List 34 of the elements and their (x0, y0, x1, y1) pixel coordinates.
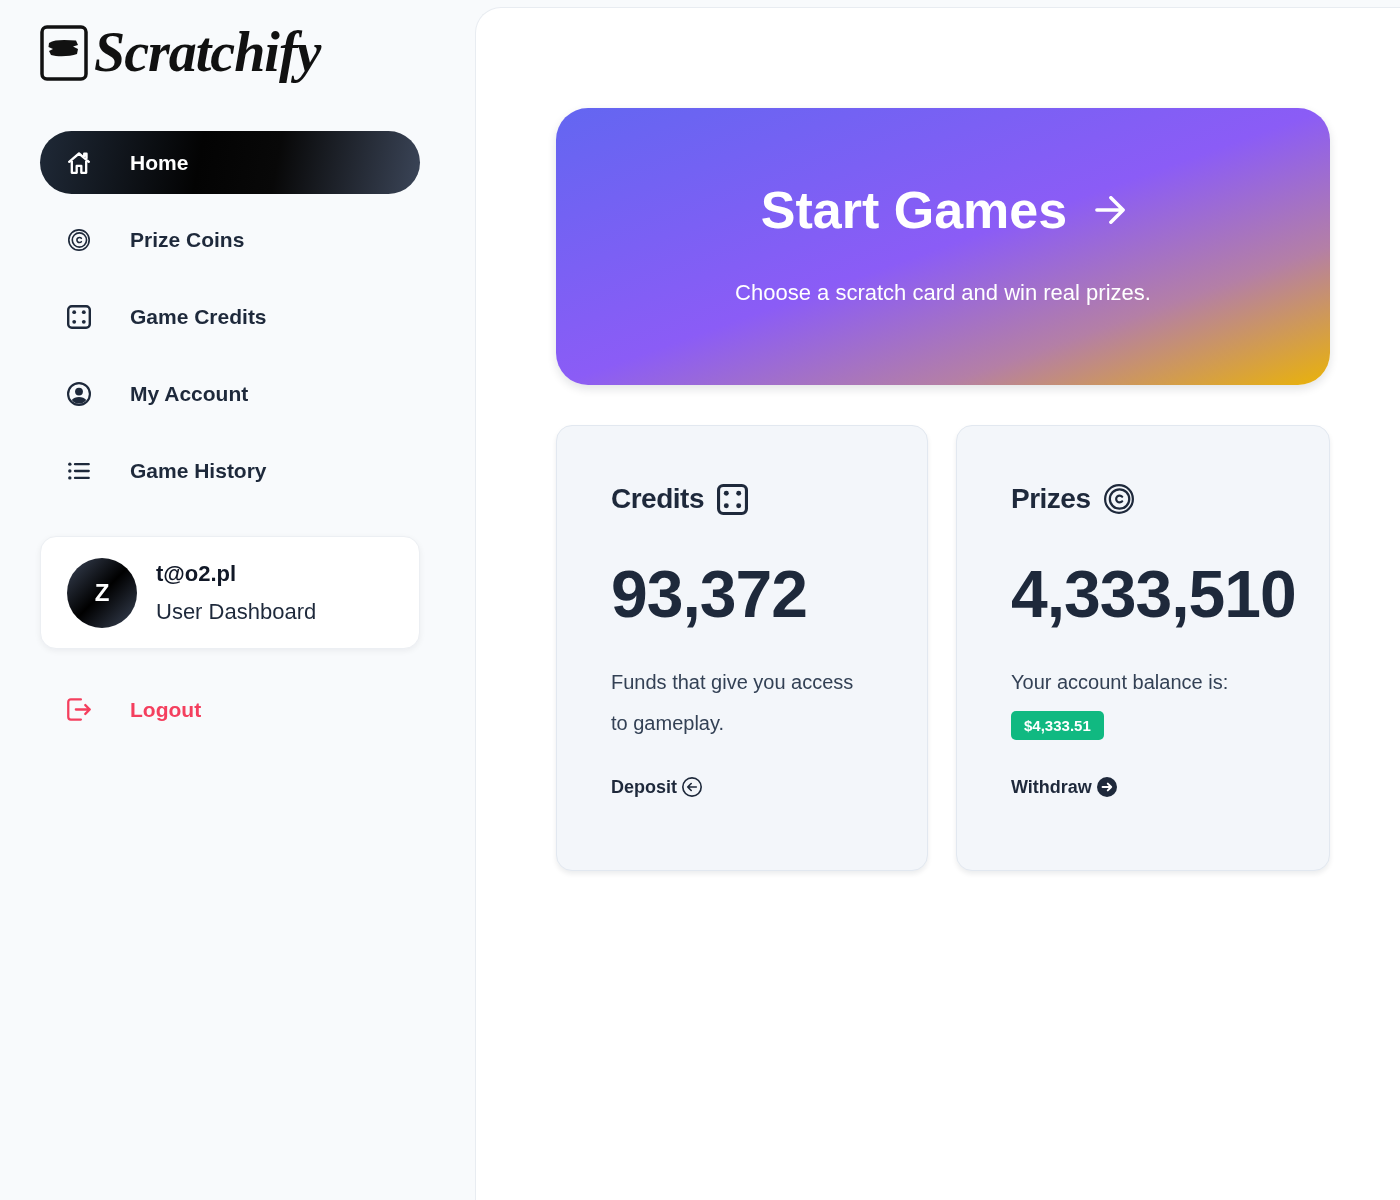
stat-value: 4,333,510 (1011, 558, 1296, 630)
circle-arrow-right-icon (1096, 777, 1117, 797)
nav-item[interactable]: Home (40, 131, 420, 194)
dice-icon (67, 304, 91, 329)
home-icon (68, 151, 90, 174)
card-title: Credits (611, 482, 704, 516)
card-title: Prizes (1011, 482, 1091, 516)
logo-text: Scratchify (94, 20, 321, 85)
start-games-banner[interactable]: Start Games Choose a scratch card and win real prizes. (556, 108, 1330, 385)
logout-link[interactable]: Logout (40, 678, 420, 741)
banner-subtitle: Choose a scratch card and win real prizes. (735, 279, 1151, 307)
arrow-right-icon (1095, 196, 1126, 224)
list-icon (68, 461, 90, 480)
logo-icon (40, 24, 88, 81)
user-role: User Dashboard (156, 597, 317, 626)
card-description: Funds that give you access to gameplay. (611, 670, 855, 736)
stat-value: 93,372 (611, 558, 807, 630)
coin-icon (68, 228, 90, 251)
user-circle-icon (67, 381, 91, 406)
nav-item[interactable]: Game History (40, 439, 420, 502)
dice-icon (716, 483, 748, 515)
user-email: t@o2.pl (156, 559, 238, 588)
balance-badge: $4,333.51 (1011, 711, 1104, 740)
logout-icon (67, 698, 91, 721)
coin-icon (1103, 484, 1134, 514)
nav-item[interactable]: Game Credits (40, 285, 420, 348)
card-description: Your account balance is: (1011, 670, 1229, 695)
banner-title: Start Games (760, 180, 1068, 240)
nav-item[interactable]: Prize Coins (40, 208, 420, 271)
deposit-link[interactable]: Deposit (611, 774, 702, 800)
avatar: Z (67, 557, 137, 628)
nav-item[interactable]: My Account (40, 362, 420, 425)
circle-arrow-left-icon (682, 777, 702, 797)
withdraw-link[interactable]: Withdraw (1011, 774, 1117, 800)
